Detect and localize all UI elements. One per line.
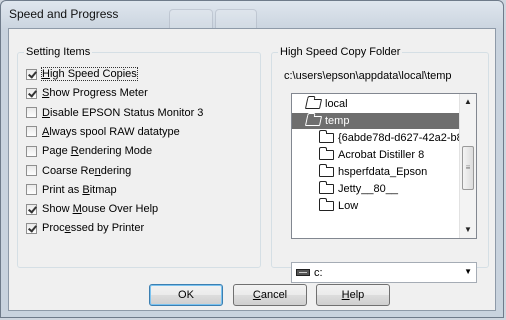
ok-button-label: OK (178, 289, 194, 301)
tree-item[interactable]: Low (292, 198, 358, 214)
folder-icon (319, 198, 334, 211)
checkbox-label: Disable EPSON Status Monitor 3 (42, 106, 204, 119)
cancel-button[interactable]: Cancel (233, 284, 307, 306)
setting-checkbox-row[interactable]: Disable EPSON Status Monitor 3 (26, 105, 203, 121)
folder-icon (319, 181, 334, 194)
tree-item[interactable]: hsperfdata_Epson (292, 164, 427, 180)
high-speed-copy-folder-group: High Speed Copy Folder c:\users\epson\ap… (271, 46, 489, 283)
setting-checkbox-row[interactable]: Print as Bitmap (26, 182, 117, 198)
tree-item[interactable]: temp (292, 113, 460, 129)
folder-legend: High Speed Copy Folder (278, 46, 403, 58)
background-tab (215, 9, 257, 28)
checkbox-label: Page Rendering Mode (42, 145, 153, 158)
setting-checkbox-row[interactable]: Show Progress Meter (26, 85, 148, 101)
tree-scrollbar[interactable]: ▲ ≡ ▼ (459, 94, 476, 238)
checkbox[interactable] (26, 165, 37, 176)
setting-checkbox-row[interactable]: Page Rendering Mode (26, 143, 152, 159)
checkbox-label: Show Mouse Over Help (42, 203, 159, 216)
checkbox-label: Print as Bitmap (42, 183, 117, 196)
drive-icon (296, 269, 310, 276)
cancel-button-label: Cancel (252, 289, 288, 301)
checkbox[interactable] (26, 184, 37, 196)
tree-item[interactable]: {6abde78d-d627-42a2-b8 (292, 130, 463, 146)
dialog-window: Speed and Progress Setting Items High Sp… (0, 0, 504, 318)
checkbox[interactable] (26, 68, 37, 80)
tree-item[interactable]: local (292, 96, 348, 112)
tree-item-label: Acrobat Distiller 8 (338, 149, 425, 161)
folder-icon (319, 164, 334, 177)
folder-path: c:\users\epson\appdata\local\temp (284, 70, 452, 82)
checkbox[interactable] (26, 126, 37, 138)
checkbox-label: Coarse Rendering (42, 164, 132, 177)
scroll-up-arrow[interactable]: ▲ (460, 94, 476, 110)
folder-icon (319, 147, 334, 160)
setting-checkbox-row[interactable]: Processed by Printer (26, 220, 144, 236)
drive-value: c: (314, 266, 323, 279)
checkbox-label: Processed by Printer (42, 222, 145, 235)
checkbox[interactable] (26, 222, 37, 234)
setting-checkbox-row[interactable]: High Speed Copies (26, 66, 138, 82)
folder-open-icon (304, 99, 323, 109)
tree-item[interactable]: Jetty__80__ (292, 181, 398, 197)
help-button[interactable]: Help (316, 284, 390, 306)
checkbox-label: Show Progress Meter (42, 87, 148, 100)
tree-item-label: hsperfdata_Epson (338, 166, 428, 178)
folder-icon (319, 130, 334, 143)
checkbox-label: Always spool RAW datatype (42, 125, 180, 138)
checkbox[interactable] (26, 87, 37, 99)
scroll-down-arrow[interactable]: ▼ (460, 222, 476, 238)
setting-checkbox-row[interactable]: Always spool RAW datatype (26, 124, 180, 140)
dialog-client-area: Setting Items High Speed Copies Show Prog… (8, 28, 496, 311)
tree-item-label: Jetty__80__ (338, 183, 398, 195)
folder-tree[interactable]: local temp {6abde78d-d627-42a2-b8 Acrobat D… (291, 93, 477, 239)
chevron-down-icon: ▼ (464, 267, 472, 276)
tree-item-label: Low (338, 200, 359, 212)
tree-item-label: local (325, 98, 348, 110)
tree-item-label: temp (325, 115, 350, 127)
folder-open-icon (304, 116, 323, 126)
scroll-thumb[interactable]: ≡ (462, 146, 474, 190)
checkbox[interactable] (26, 107, 37, 119)
help-button-label: Help (341, 289, 365, 301)
checkbox[interactable] (26, 203, 37, 215)
setting-items-group: Setting Items High Speed Copies Show Prog… (17, 46, 261, 268)
tree-item[interactable]: Acrobat Distiller 8 (292, 147, 424, 163)
checkbox[interactable] (26, 145, 37, 157)
drive-dropdown[interactable]: c: ▼ (291, 262, 477, 283)
ok-button[interactable]: OK (149, 284, 223, 306)
setting-checkbox-row[interactable]: Show Mouse Over Help (26, 201, 158, 217)
checkbox-label: High Speed Copies (41, 67, 138, 81)
tree-item-label: {6abde78d-d627-42a2-b8 (338, 132, 463, 144)
setting-checkbox-row[interactable]: Coarse Rendering (26, 163, 131, 179)
title-bar[interactable]: Speed and Progress (1, 1, 503, 29)
background-tab (169, 9, 213, 28)
window-title: Speed and Progress (9, 7, 119, 21)
setting-items-legend: Setting Items (24, 46, 93, 58)
